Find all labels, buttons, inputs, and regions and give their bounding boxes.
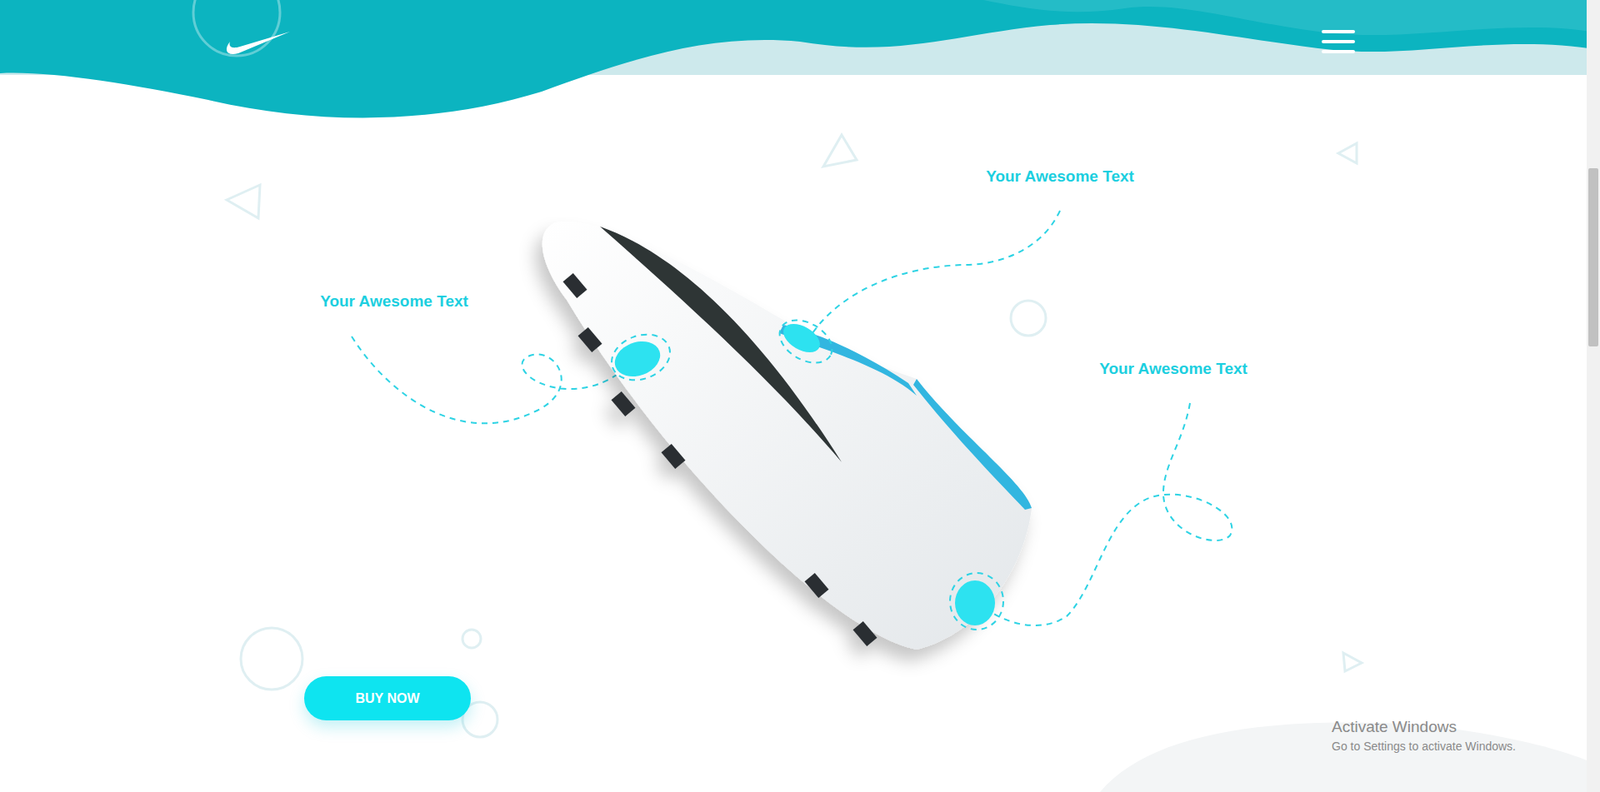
hotspots xyxy=(605,311,1004,630)
scrollbar-thumb[interactable] xyxy=(1588,168,1599,347)
scrollbar[interactable] xyxy=(1586,0,1600,792)
feature-callout: Your Awesome Text xyxy=(1095,358,1251,380)
feature-callout: Your Awesome Text xyxy=(316,290,472,313)
menu-bar xyxy=(1321,40,1355,44)
windows-watermark: Activate Windows Go to Settings to activa… xyxy=(1331,718,1516,754)
hero-backdrop xyxy=(0,0,1600,792)
decorations xyxy=(226,135,1362,738)
menu-icon[interactable] xyxy=(1321,30,1355,54)
shoe-illustration xyxy=(542,221,1032,650)
header-wave xyxy=(0,0,1600,118)
buy-now-button[interactable]: BUY NOW xyxy=(304,676,471,721)
watermark-title: Activate Windows xyxy=(1331,718,1516,737)
swoosh-logo-icon[interactable] xyxy=(221,26,292,57)
menu-bar xyxy=(1321,50,1355,54)
menu-bar xyxy=(1321,30,1355,34)
site-header xyxy=(0,0,1600,69)
watermark-subtitle: Go to Settings to activate Windows. xyxy=(1331,740,1516,754)
feature-callout: Your Awesome Text xyxy=(982,165,1138,188)
landing-page: Your Awesome Text Your Awesome Text Your A… xyxy=(0,0,1600,792)
